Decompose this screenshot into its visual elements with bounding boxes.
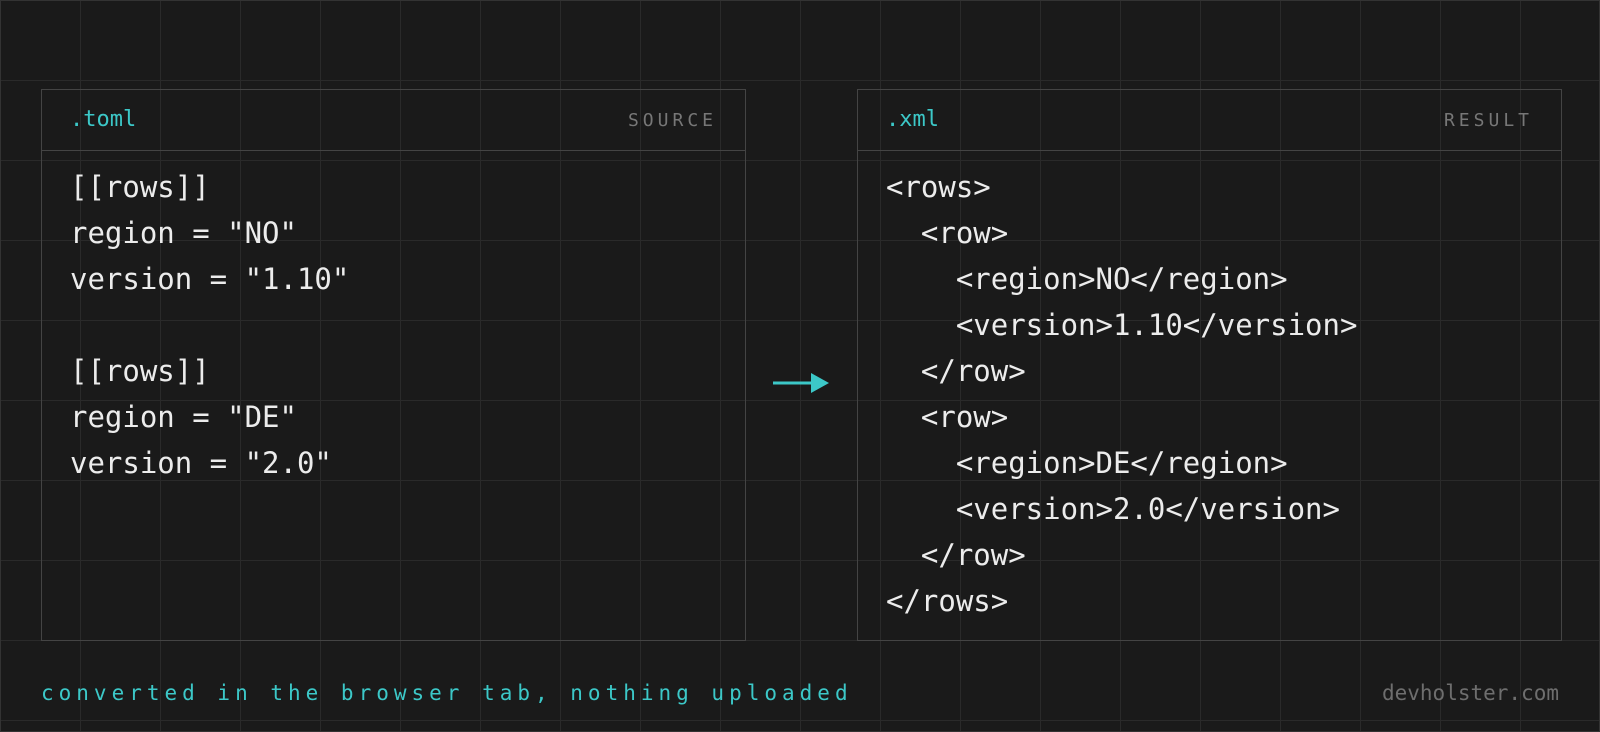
source-panel: .toml SOURCE [[rows]] region = "NO" vers… [41, 89, 746, 641]
result-role-label: RESULT [1443, 110, 1533, 131]
source-code: [[rows]] region = "NO" version = "1.10" … [70, 164, 349, 486]
arrow-right-icon [773, 373, 829, 393]
code-line: <rows> [886, 170, 991, 204]
source-panel-header: .toml SOURCE [42, 90, 745, 151]
code-line: <region>NO</region> [886, 262, 1288, 296]
code-line: </rows> [886, 584, 1009, 618]
code-line: <region>DE</region> [886, 446, 1288, 480]
code-line: <row> [886, 400, 1009, 434]
code-line: [[rows]] [70, 354, 210, 388]
source-extension-label: .toml [70, 107, 137, 132]
result-code: <rows> <row> <region>NO</region> <versio… [886, 164, 1357, 624]
code-line: <version>1.10</version> [886, 308, 1358, 342]
footer-note: converted in the browser tab, nothing up… [41, 681, 853, 705]
canvas: .toml SOURCE [[rows]] region = "NO" vers… [0, 0, 1600, 732]
code-line: region = "NO" [70, 216, 297, 250]
result-extension-label: .xml [886, 107, 939, 132]
result-panel-header: .xml RESULT [858, 90, 1561, 151]
code-line: version = "1.10" [70, 262, 350, 296]
footer-brand: devholster.com [1381, 681, 1559, 705]
code-line: version = "2.0" [70, 446, 332, 480]
code-line: <version>2.0</version> [886, 492, 1340, 526]
code-line: </row> [886, 354, 1026, 388]
code-line: <row> [886, 216, 1009, 250]
result-panel: .xml RESULT <rows> <row> <region>NO</reg… [857, 89, 1562, 641]
code-line: </row> [886, 538, 1026, 572]
code-line: [[rows]] [70, 170, 210, 204]
code-line: region = "DE" [70, 400, 297, 434]
source-role-label: SOURCE [627, 110, 717, 131]
